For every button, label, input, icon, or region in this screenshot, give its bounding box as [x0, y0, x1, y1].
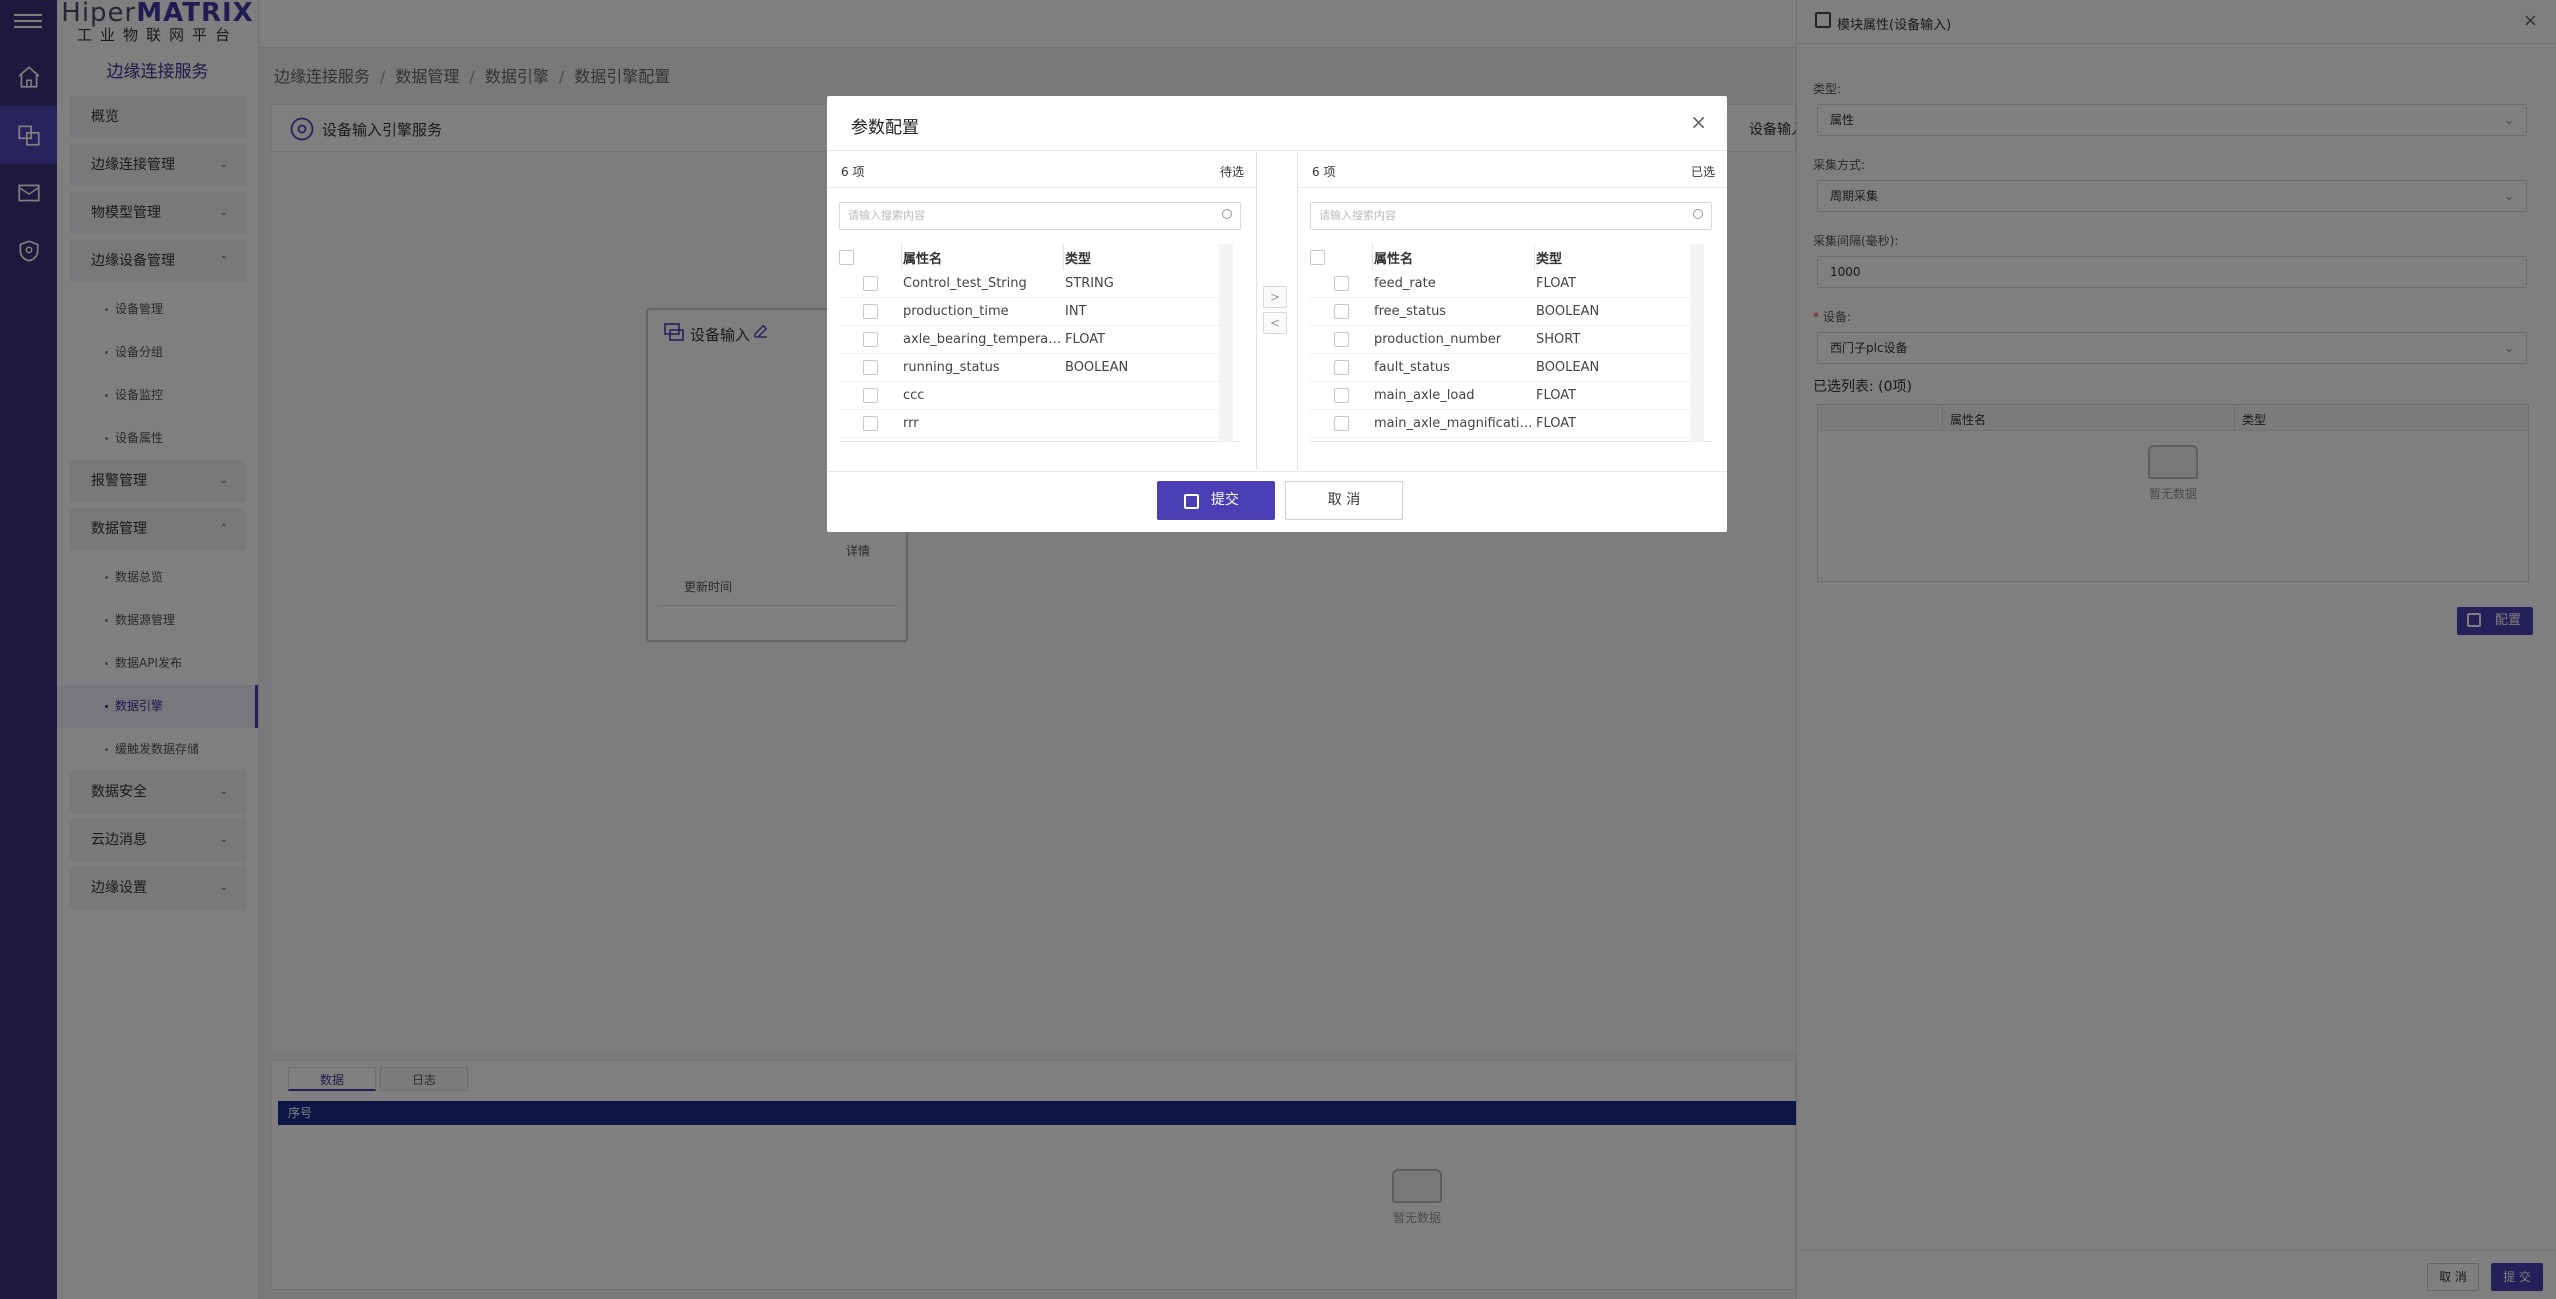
row-checkbox[interactable] [1334, 416, 1349, 431]
modal-cancel-button[interactable]: 取 消 [1285, 481, 1403, 520]
search-icon [1222, 209, 1232, 219]
left-table: 属性名 类型 Control_test_String STRING product… [839, 244, 1241, 442]
left-label: 待选 [1219, 165, 1244, 179]
right-label: 已选 [1690, 165, 1715, 179]
row-checkbox[interactable] [1334, 304, 1349, 319]
left-scrollbar[interactable] [1219, 244, 1233, 442]
move-left-button[interactable]: < [1263, 312, 1287, 334]
right-search-input[interactable]: 请输入搜索内容 [1310, 202, 1712, 230]
right-table-row[interactable]: fault_status BOOLEAN [1310, 354, 1700, 382]
row-checkbox[interactable] [1334, 360, 1349, 375]
right-table-row[interactable]: free_status BOOLEAN [1310, 298, 1700, 326]
row-checkbox[interactable] [1334, 388, 1349, 403]
left-table-row[interactable]: rrr [839, 410, 1229, 438]
right-table-row[interactable]: main_axle_load FLOAT [1310, 382, 1700, 410]
submit-label: 提交 [1210, 492, 1239, 508]
row-type: BOOLEAN [1536, 304, 1600, 319]
col-attr-name: 属性名 [1374, 252, 1414, 267]
right-table: 属性名 类型 feed_rate FLOAT free_status BOOLEAN… [1310, 244, 1712, 442]
modal-submit-button[interactable]: 提交 [1157, 481, 1275, 520]
right-search-placeholder: 请输入搜索内容 [1319, 209, 1396, 222]
row-name: ccc [903, 388, 925, 403]
row-type: FLOAT [1536, 388, 1577, 403]
right-table-row[interactable]: feed_rate FLOAT [1310, 270, 1700, 298]
select-all-checkbox[interactable] [1310, 250, 1325, 265]
row-name: production_time [903, 304, 1009, 319]
row-type: SHORT [1536, 332, 1581, 347]
modal-title: 参数配置 [851, 118, 919, 138]
left-count: 6 项 [841, 165, 865, 179]
left-table-row[interactable]: production_time INT [839, 298, 1229, 326]
search-icon [1693, 209, 1703, 219]
row-name: axle_bearing_temperat... [903, 332, 1063, 347]
left-table-row[interactable]: ccc [839, 382, 1229, 410]
modal-footer: 提交 取 消 [827, 471, 1727, 532]
row-name: rrr [903, 416, 919, 431]
left-table-header: 属性名 类型 [839, 244, 1241, 270]
row-type: FLOAT [1536, 416, 1577, 431]
right-table-row[interactable]: main_axle_magnification FLOAT [1310, 410, 1700, 438]
row-name: production_number [1374, 332, 1502, 347]
move-right-button[interactable]: > [1263, 286, 1287, 308]
right-table-row[interactable]: production_number SHORT [1310, 326, 1700, 354]
row-name: fault_status [1374, 360, 1450, 375]
left-table-row[interactable]: running_status BOOLEAN [839, 354, 1229, 382]
row-checkbox[interactable] [863, 332, 878, 347]
select-all-checkbox[interactable] [839, 250, 854, 265]
right-count: 6 项 [1312, 165, 1336, 179]
row-name: feed_rate [1374, 276, 1436, 291]
left-table-row[interactable]: Control_test_String STRING [839, 270, 1229, 298]
row-checkbox[interactable] [863, 276, 878, 291]
check-icon [1184, 494, 1199, 509]
row-type: BOOLEAN [1065, 360, 1129, 375]
row-name: running_status [903, 360, 1000, 375]
transfer-arrows: > < [1263, 286, 1289, 338]
left-search-placeholder: 请输入搜索内容 [848, 209, 925, 222]
right-scrollbar[interactable] [1690, 244, 1704, 442]
row-name: main_axle_magnification [1374, 416, 1534, 431]
col-type: 类型 [1065, 252, 1092, 267]
transfer-right-panel: 6 项 已选 请输入搜索内容 属性名 类型 feed_rate FLOAT fre… [1297, 152, 1727, 470]
row-name: main_axle_load [1374, 388, 1475, 403]
close-icon[interactable]: × [1690, 110, 1707, 134]
transfer-left-panel: 6 项 待选 请输入搜索内容 属性名 类型 Control_test_Strin… [827, 152, 1257, 470]
row-type: FLOAT [1065, 332, 1106, 347]
row-checkbox[interactable] [1334, 332, 1349, 347]
param-config-modal: 参数配置 × 6 项 待选 请输入搜索内容 属性名 类型 Control_tes… [827, 96, 1727, 532]
row-type: STRING [1065, 276, 1114, 291]
row-checkbox[interactable] [863, 388, 878, 403]
left-table-row[interactable]: axle_bearing_temperat... FLOAT [839, 326, 1229, 354]
row-checkbox[interactable] [863, 416, 878, 431]
col-type: 类型 [1536, 252, 1563, 267]
row-checkbox[interactable] [863, 304, 878, 319]
row-type: FLOAT [1536, 276, 1577, 291]
left-search-input[interactable]: 请输入搜索内容 [839, 202, 1241, 230]
right-table-header: 属性名 类型 [1310, 244, 1712, 270]
row-name: free_status [1374, 304, 1447, 319]
row-name: Control_test_String [903, 276, 1027, 291]
row-checkbox[interactable] [863, 360, 878, 375]
row-checkbox[interactable] [1334, 276, 1349, 291]
col-attr-name: 属性名 [903, 252, 943, 267]
row-type: BOOLEAN [1536, 360, 1600, 375]
row-type: INT [1065, 304, 1087, 319]
